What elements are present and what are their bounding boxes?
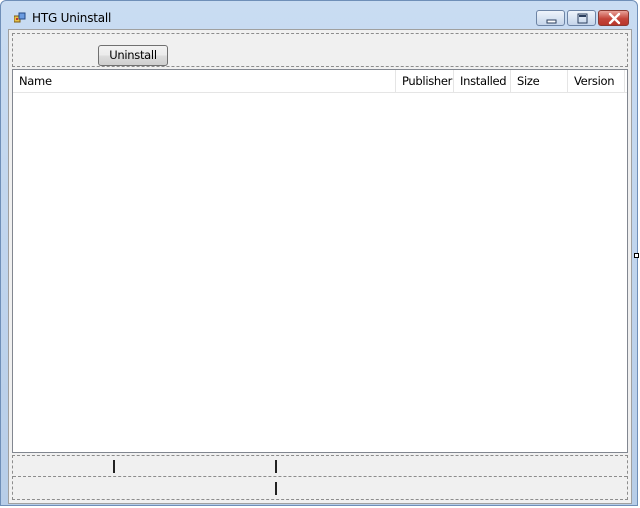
window-title: HTG Uninstall <box>32 11 112 25</box>
status-panel <box>12 455 628 500</box>
column-header-installed[interactable]: Installed <box>454 70 511 92</box>
status-splitter[interactable] <box>275 482 277 495</box>
title-bar[interactable]: HTG Uninstall <box>1 1 637 29</box>
close-button[interactable] <box>598 10 629 26</box>
uninstall-button[interactable]: Uninstall <box>98 45 168 66</box>
toolbar-panel: Uninstall <box>12 33 628 67</box>
form-client-area: Uninstall Name Publisher Installed Size … <box>8 29 632 504</box>
column-header-size[interactable]: Size <box>511 70 568 92</box>
maximize-button[interactable] <box>567 10 596 26</box>
maximize-icon <box>577 13 588 24</box>
column-header-version[interactable]: Version <box>568 70 625 92</box>
app-icon[interactable] <box>13 12 26 24</box>
minimize-button[interactable] <box>536 10 565 26</box>
minimize-icon <box>546 19 557 24</box>
list-header: Name Publisher Installed Size Version <box>13 70 627 93</box>
status-splitter[interactable] <box>275 460 277 473</box>
column-header-name[interactable]: Name <box>13 70 396 92</box>
close-icon <box>608 12 621 25</box>
status-splitter[interactable] <box>113 460 115 473</box>
resize-handle[interactable] <box>634 253 639 258</box>
programs-list[interactable]: Name Publisher Installed Size Version <box>12 69 628 453</box>
main-window: HTG Uninstall Uninstall Name Publisher I… <box>0 0 638 506</box>
column-header-publisher[interactable]: Publisher <box>396 70 454 92</box>
status-row <box>13 456 627 477</box>
